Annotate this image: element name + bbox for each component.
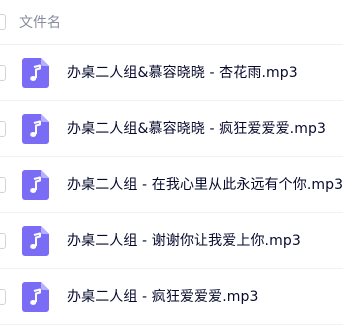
file-row[interactable]: 办桌二人组&慕容晓晓 - 杏花雨.mp3 (0, 45, 343, 101)
row-checkbox[interactable] (0, 65, 6, 81)
file-name[interactable]: 办桌二人组 - 在我心里从此永远有个你.mp3 (67, 174, 343, 194)
file-name[interactable]: 办桌二人组&慕容晓晓 - 疯狂爱爱爱.mp3 (67, 118, 326, 138)
select-all-checkbox[interactable] (0, 14, 6, 30)
music-file-icon (22, 58, 49, 88)
music-file-icon (22, 170, 49, 200)
file-list: 文件名 办桌二人组&慕容晓晓 - 杏花雨.mp3 办桌二人组&慕容晓晓 - 疯狂… (0, 0, 343, 327)
row-checkbox[interactable] (0, 121, 6, 137)
file-row[interactable]: 办桌二人组 - 在我心里从此永远有个你.mp3 (0, 157, 343, 213)
file-row[interactable]: 办桌二人组 - 疯狂爱爱爱.mp3 (0, 269, 343, 325)
music-file-icon (22, 114, 49, 144)
list-header: 文件名 (0, 0, 343, 45)
file-name[interactable]: 办桌二人组 - 谢谢你让我爱上你.mp3 (67, 230, 301, 250)
music-file-icon (22, 282, 49, 312)
file-name[interactable]: 办桌二人组 - 疯狂爱爱爱.mp3 (67, 286, 259, 306)
row-checkbox[interactable] (0, 233, 6, 249)
file-row[interactable]: 办桌二人组 - 谢谢你让我爱上你.mp3 (0, 213, 343, 269)
music-file-icon (22, 226, 49, 256)
column-header-filename[interactable]: 文件名 (19, 12, 61, 32)
file-row[interactable]: 办桌二人组&慕容晓晓 - 疯狂爱爱爱.mp3 (0, 101, 343, 157)
file-name[interactable]: 办桌二人组&慕容晓晓 - 杏花雨.mp3 (67, 62, 298, 82)
row-checkbox[interactable] (0, 177, 6, 193)
row-checkbox[interactable] (0, 289, 6, 305)
